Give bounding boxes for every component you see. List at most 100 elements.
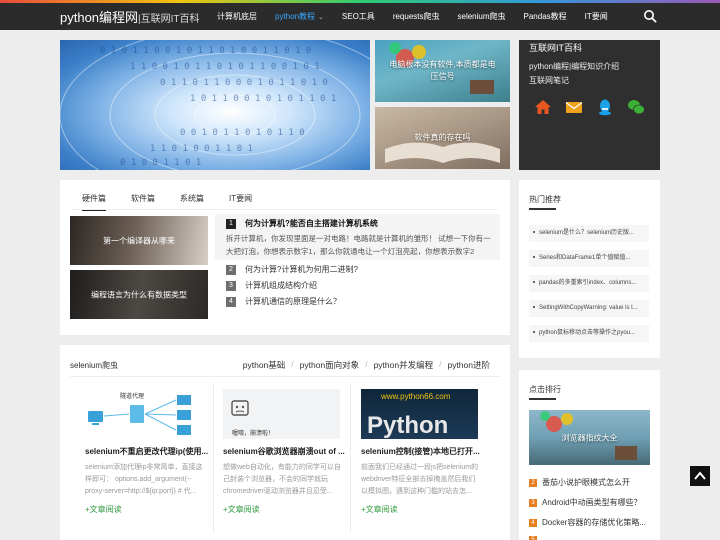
nav-item-computer-basics[interactable]: 计算机底层 — [208, 3, 266, 30]
read-more-link[interactable]: +文章阅读 — [223, 504, 348, 515]
proxy-diagram: 隧道代理 — [88, 392, 191, 435]
hot-item[interactable]: selenium是什么？selenium历史版... — [529, 225, 649, 242]
article-card[interactable]: www.python66.com Python selenium控制(接管)本地… — [361, 389, 486, 515]
article-card[interactable]: 喔唷，崩溃啦！ selenium谷歌浏览器崩溃out of ... 想做web自… — [223, 389, 348, 515]
rank-item[interactable]: 4 Docker容器的存储优化策略... — [529, 517, 654, 528]
nav-item-seo-tools[interactable]: SEO工具 — [333, 3, 384, 30]
binary-text: 0 1 1 0 1 1 0 0 0 1 0 1 1 0 1 0 — [160, 78, 328, 88]
question-number: 1 — [226, 218, 236, 229]
section-link[interactable]: python进阶 — [447, 359, 490, 371]
bullet — [533, 306, 535, 309]
question-title: 何为计算?计算机为何用二进制? — [245, 265, 358, 274]
image-label: Python — [367, 412, 448, 439]
rank-item[interactable]: 5... — [529, 535, 654, 540]
wechat-icon[interactable] — [626, 97, 646, 117]
rank-item-label: Android中动画类型有哪些？ — [542, 498, 642, 507]
about-desc-line: python编程|编程知识介绍 — [529, 62, 620, 71]
mail-icon[interactable] — [564, 97, 584, 117]
hot-item[interactable]: Series和DataFrame1单个值赋值... — [529, 250, 649, 267]
card-desc: selenium添加代理ip非常简单，直接这样即可： options.add_a… — [85, 464, 203, 495]
hot-item[interactable]: pandas的多重索引index、columns... — [529, 275, 649, 292]
divider — [72, 209, 498, 210]
section-link[interactable]: python基础 — [243, 359, 286, 371]
title-underline — [529, 398, 556, 400]
card-title: selenium谷歌浏览器崩溃out of ... — [223, 447, 345, 456]
image-label: 隧道代理 — [120, 392, 144, 400]
bullet — [533, 281, 535, 284]
back-to-top-button[interactable] — [690, 466, 710, 486]
hero-banner[interactable]: 0 1 0 1 1 0 0 1 0 1 1 0 1 0 0 1 1 0 1 0 … — [60, 40, 370, 170]
card-title: selenium控制(接管)本地已打开... — [361, 447, 480, 456]
site-title: python编程网 — [60, 10, 139, 25]
hot-item[interactable]: SettingWithCopyWarning: value is t... — [529, 300, 649, 317]
section-links: python基础 / python面向对象 / python并发编程 / python… — [243, 359, 490, 371]
thumb-caption: 编程语言为什么有数据类型 — [91, 290, 187, 299]
chevron-down-icon: ⌄ — [318, 14, 324, 21]
rank-number: 5 — [529, 535, 537, 540]
hero-slide[interactable]: 软件真的存在吗 — [375, 107, 510, 169]
selenium-section: selenium爬虫 python基础 / python面向对象 / python并… — [60, 345, 510, 540]
read-more-link[interactable]: +文章阅读 — [85, 504, 210, 515]
rank-item[interactable]: 2 番茄小说护眼模式怎么开 — [529, 477, 654, 488]
question-title: 计算机组成结构介绍 — [245, 281, 317, 290]
article-thumb[interactable]: 第一个编译器从哪来 — [70, 216, 208, 265]
image-label: www.python66.com — [380, 392, 451, 401]
hot-item-label: python鼠标移动点击等操作之pyou... — [539, 330, 636, 336]
thumb-caption: 第一个编译器从哪来 — [103, 236, 175, 245]
question-excerpt: 拆开计算机，你发现里面是一对电路！电路就是计算机的雏形！ 试想一下你有一大把灯泡… — [226, 234, 491, 256]
question-item[interactable]: 4 计算机通信的原理是什么？ — [226, 296, 341, 307]
read-more-link[interactable]: +文章阅读 — [361, 504, 486, 515]
hot-title: 热门推荐 — [529, 195, 561, 204]
top-nav: python编程网|互联网IT百科 计算机底层 python教程 ⌄ SEO工具 … — [0, 3, 720, 30]
separator: / — [291, 359, 294, 369]
separator: / — [365, 359, 368, 369]
slide-caption: 电脑根本没有软件,本质都是电压信号 — [389, 60, 496, 81]
article-thumb[interactable]: 编程语言为什么有数据类型 — [70, 270, 208, 319]
section-title: selenium爬虫 — [70, 361, 119, 370]
main-menu: 计算机底层 python教程 ⌄ SEO工具 requests爬虫 seleniu… — [208, 3, 617, 30]
python-banner-image: www.python66.com Python — [367, 392, 451, 439]
divider — [70, 376, 500, 377]
nav-item-requests[interactable]: requests爬虫 — [384, 3, 449, 30]
search-icon[interactable] — [643, 9, 657, 23]
question-item[interactable]: 3 计算机组成结构介绍 — [226, 280, 317, 291]
hot-item-label: SettingWithCopyWarning: value is t... — [539, 305, 638, 311]
about-desc: python编程|编程知识介绍 互联网笔记 — [529, 60, 650, 88]
column-divider — [350, 383, 351, 533]
title-underline — [529, 208, 556, 210]
nav-item-pandas[interactable]: Pandas教程 — [515, 3, 576, 30]
site-subtitle: |互联网IT百科 — [138, 14, 200, 25]
nav-item-selenium[interactable]: selenium爬虫 — [449, 3, 515, 30]
hot-item[interactable]: python鼠标移动点击等操作之pyou... — [529, 325, 649, 342]
nav-item-label: python教程 — [275, 12, 316, 21]
rank-featured-image[interactable]: 浏览器指纹大全 — [529, 410, 650, 465]
question-item[interactable]: 1 何为计算机?能否自主搭建计算机系统 — [226, 218, 378, 229]
home-icon[interactable] — [533, 97, 553, 117]
rank-item-label: Docker容器的存储优化策略... — [542, 518, 647, 527]
card-title: selenium不重启更改代理ip(使用... — [85, 447, 209, 456]
qq-icon[interactable] — [595, 97, 615, 117]
separator: / — [439, 359, 442, 369]
site-logo[interactable]: python编程网|互联网IT百科 — [60, 7, 200, 26]
article-image: 喔唷，崩溃啦！ — [223, 389, 340, 439]
slide-caption: 软件真的存在吗 — [414, 133, 471, 142]
rank-item[interactable]: 3 Android中动画类型有哪些？ — [529, 497, 654, 508]
crash-page-image: 喔唷，崩溃啦！ — [231, 400, 274, 437]
rank-item-label: 番茄小说护眼模式怎么开 — [542, 478, 630, 487]
question-number: 3 — [226, 280, 236, 291]
nav-item-python-tutorial[interactable]: python教程 ⌄ — [266, 3, 333, 30]
category-panel: 硬件篇 软件篇 系统篇 IT要闻 第一个编译器从哪来 编程语言为什么有数据类型 … — [60, 180, 510, 335]
hot-item-label: pandas的多重索引index、columns... — [539, 280, 637, 286]
hero-slide[interactable]: 电脑根本没有软件,本质都是电压信号 — [375, 40, 510, 102]
article-card[interactable]: 隧道代理 selenium不重启更改代理ip(使用... selenium添加代… — [85, 389, 210, 515]
section-link[interactable]: python并发编程 — [374, 359, 434, 371]
rank-number: 3 — [529, 498, 537, 507]
binary-text: 1 1 0 0 1 0 1 1 0 1 0 1 1 0 0 1 0 1 — [130, 62, 320, 72]
question-item[interactable]: 2 何为计算?计算机为何用二进制? — [226, 264, 358, 275]
nav-item-it-news[interactable]: IT要闻 — [576, 3, 617, 30]
rank-panel: 点击排行 浏览器指纹大全 2 番茄小说护眼模式怎么开 3 Android中动画类型有… — [519, 370, 660, 540]
article-image: 隧道代理 — [85, 389, 202, 439]
section-link[interactable]: python面向对象 — [300, 359, 360, 371]
column-divider — [213, 383, 214, 533]
question-number: 2 — [226, 264, 236, 275]
